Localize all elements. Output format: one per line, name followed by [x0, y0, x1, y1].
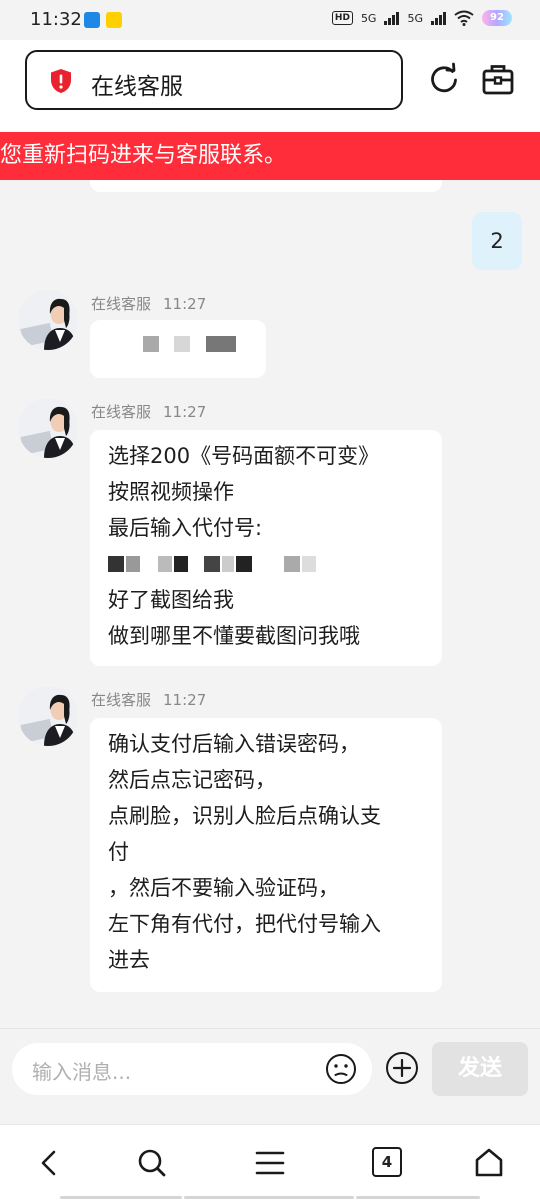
- message-line: 好了截图给我: [108, 588, 234, 612]
- sender-name: 在线客服: [91, 691, 152, 709]
- message-line: 按照视频操作: [108, 480, 234, 504]
- agent-avatar-image: [18, 686, 78, 746]
- status-time: 11:32: [30, 9, 82, 30]
- previous-message-bubble: [90, 180, 442, 192]
- agent-avatar[interactable]: [18, 686, 78, 746]
- message-input-placeholder: 输入消息...: [32, 1060, 132, 1084]
- message-meta: 在线客服 11:27: [91, 293, 206, 314]
- message-line: ，然后不要输入验证码，: [108, 876, 339, 900]
- sender-name: 在线客服: [91, 295, 152, 313]
- redacted-block: [143, 336, 159, 352]
- toolbox-icon[interactable]: [480, 62, 516, 98]
- network-5g-label: 5G: [407, 11, 423, 25]
- back-icon[interactable]: [34, 1147, 66, 1179]
- input-bar: 输入消息... 发送: [0, 1028, 540, 1125]
- redacted-block: [174, 336, 190, 352]
- app-notification-icon: [106, 12, 122, 28]
- status-bar: 11:32 HD 5G 5G 92: [0, 0, 540, 40]
- header: 在线客服: [0, 40, 540, 132]
- plus-icon[interactable]: [385, 1051, 419, 1085]
- message-line: 然后点忘记密码，: [108, 768, 276, 792]
- redacted-line: [108, 546, 424, 582]
- wifi-icon: [454, 10, 474, 26]
- message-text: 选择200《号码面额不可变》 按照视频操作 最后输入代付号: 好了截图给我 做到…: [90, 430, 442, 662]
- signal-icon: [384, 11, 400, 25]
- nav-underline: [356, 1196, 480, 1199]
- emoji-icon[interactable]: [325, 1053, 357, 1085]
- refresh-icon[interactable]: [426, 62, 462, 98]
- send-button[interactable]: 发送: [432, 1042, 528, 1096]
- message-line: 付: [108, 840, 129, 864]
- my-message-text: 2: [490, 229, 504, 253]
- message-line: 点刷脸，识别人脸后点确认支: [108, 804, 381, 828]
- tabs-icon[interactable]: 4: [372, 1147, 402, 1177]
- signal-icon: [431, 11, 446, 25]
- message-meta: 在线客服 11:27: [91, 401, 206, 422]
- message-input[interactable]: 输入消息...: [12, 1043, 372, 1095]
- message-line: 做到哪里不懂要截图问我哦: [108, 624, 360, 648]
- network-5g-label: 5G: [360, 11, 377, 25]
- sender-name: 在线客服: [91, 403, 152, 421]
- message-text: 确认支付后输入错误密码， 然后点忘记密码， 点刷脸，识别人脸后点确认支 付 ，然…: [90, 718, 442, 986]
- menu-icon[interactable]: [254, 1147, 286, 1179]
- agent-avatar[interactable]: [18, 398, 78, 458]
- nav-underline: [184, 1196, 354, 1199]
- notice-banner: 您重新扫码进来与客服联系。: [0, 132, 540, 180]
- agent-message-bubble[interactable]: [90, 320, 266, 378]
- agent-message-bubble[interactable]: 选择200《号码面额不可变》 按照视频操作 最后输入代付号: 好了截图给我 做到…: [90, 430, 442, 666]
- hd-icon: HD: [331, 11, 353, 25]
- chat-area[interactable]: 2 在线客服 11:27 在线客服 11:27 选择200《号码面额不可变》 按…: [0, 180, 540, 1028]
- message-line: 选择200《号码面额不可变》: [108, 444, 380, 468]
- message-time: 11:27: [163, 403, 207, 421]
- message-line: 进去: [108, 948, 150, 972]
- message-line: 确认支付后输入错误密码，: [108, 732, 360, 756]
- agent-avatar-image: [18, 398, 78, 458]
- address-bar[interactable]: 在线客服: [25, 50, 403, 110]
- browser-nav-bar: 4: [0, 1124, 540, 1201]
- home-icon[interactable]: [473, 1147, 505, 1179]
- search-icon[interactable]: [136, 1147, 168, 1179]
- message-line: 左下角有代付，把代付号输入: [108, 912, 381, 936]
- message-time: 11:27: [163, 295, 207, 313]
- page-title: 在线客服: [91, 74, 183, 100]
- agent-message-bubble[interactable]: 确认支付后输入错误密码， 然后点忘记密码， 点刷脸，识别人脸后点确认支 付 ，然…: [90, 718, 442, 992]
- notice-banner-text: 您重新扫码进来与客服联系。: [0, 143, 287, 168]
- message-line: 最后输入代付号:: [108, 516, 263, 540]
- agent-avatar[interactable]: [18, 290, 78, 350]
- agent-avatar-image: [18, 290, 78, 350]
- battery-icon: 92: [482, 10, 512, 26]
- status-indicators: HD 5G 5G 92: [331, 10, 512, 26]
- app-notification-icon: [84, 12, 100, 28]
- message-meta: 在线客服 11:27: [91, 689, 206, 710]
- shield-icon: [51, 69, 71, 93]
- redacted-block: [206, 336, 236, 352]
- nav-underline: [60, 1196, 182, 1199]
- message-time: 11:27: [163, 691, 207, 709]
- my-message-bubble[interactable]: 2: [472, 212, 522, 270]
